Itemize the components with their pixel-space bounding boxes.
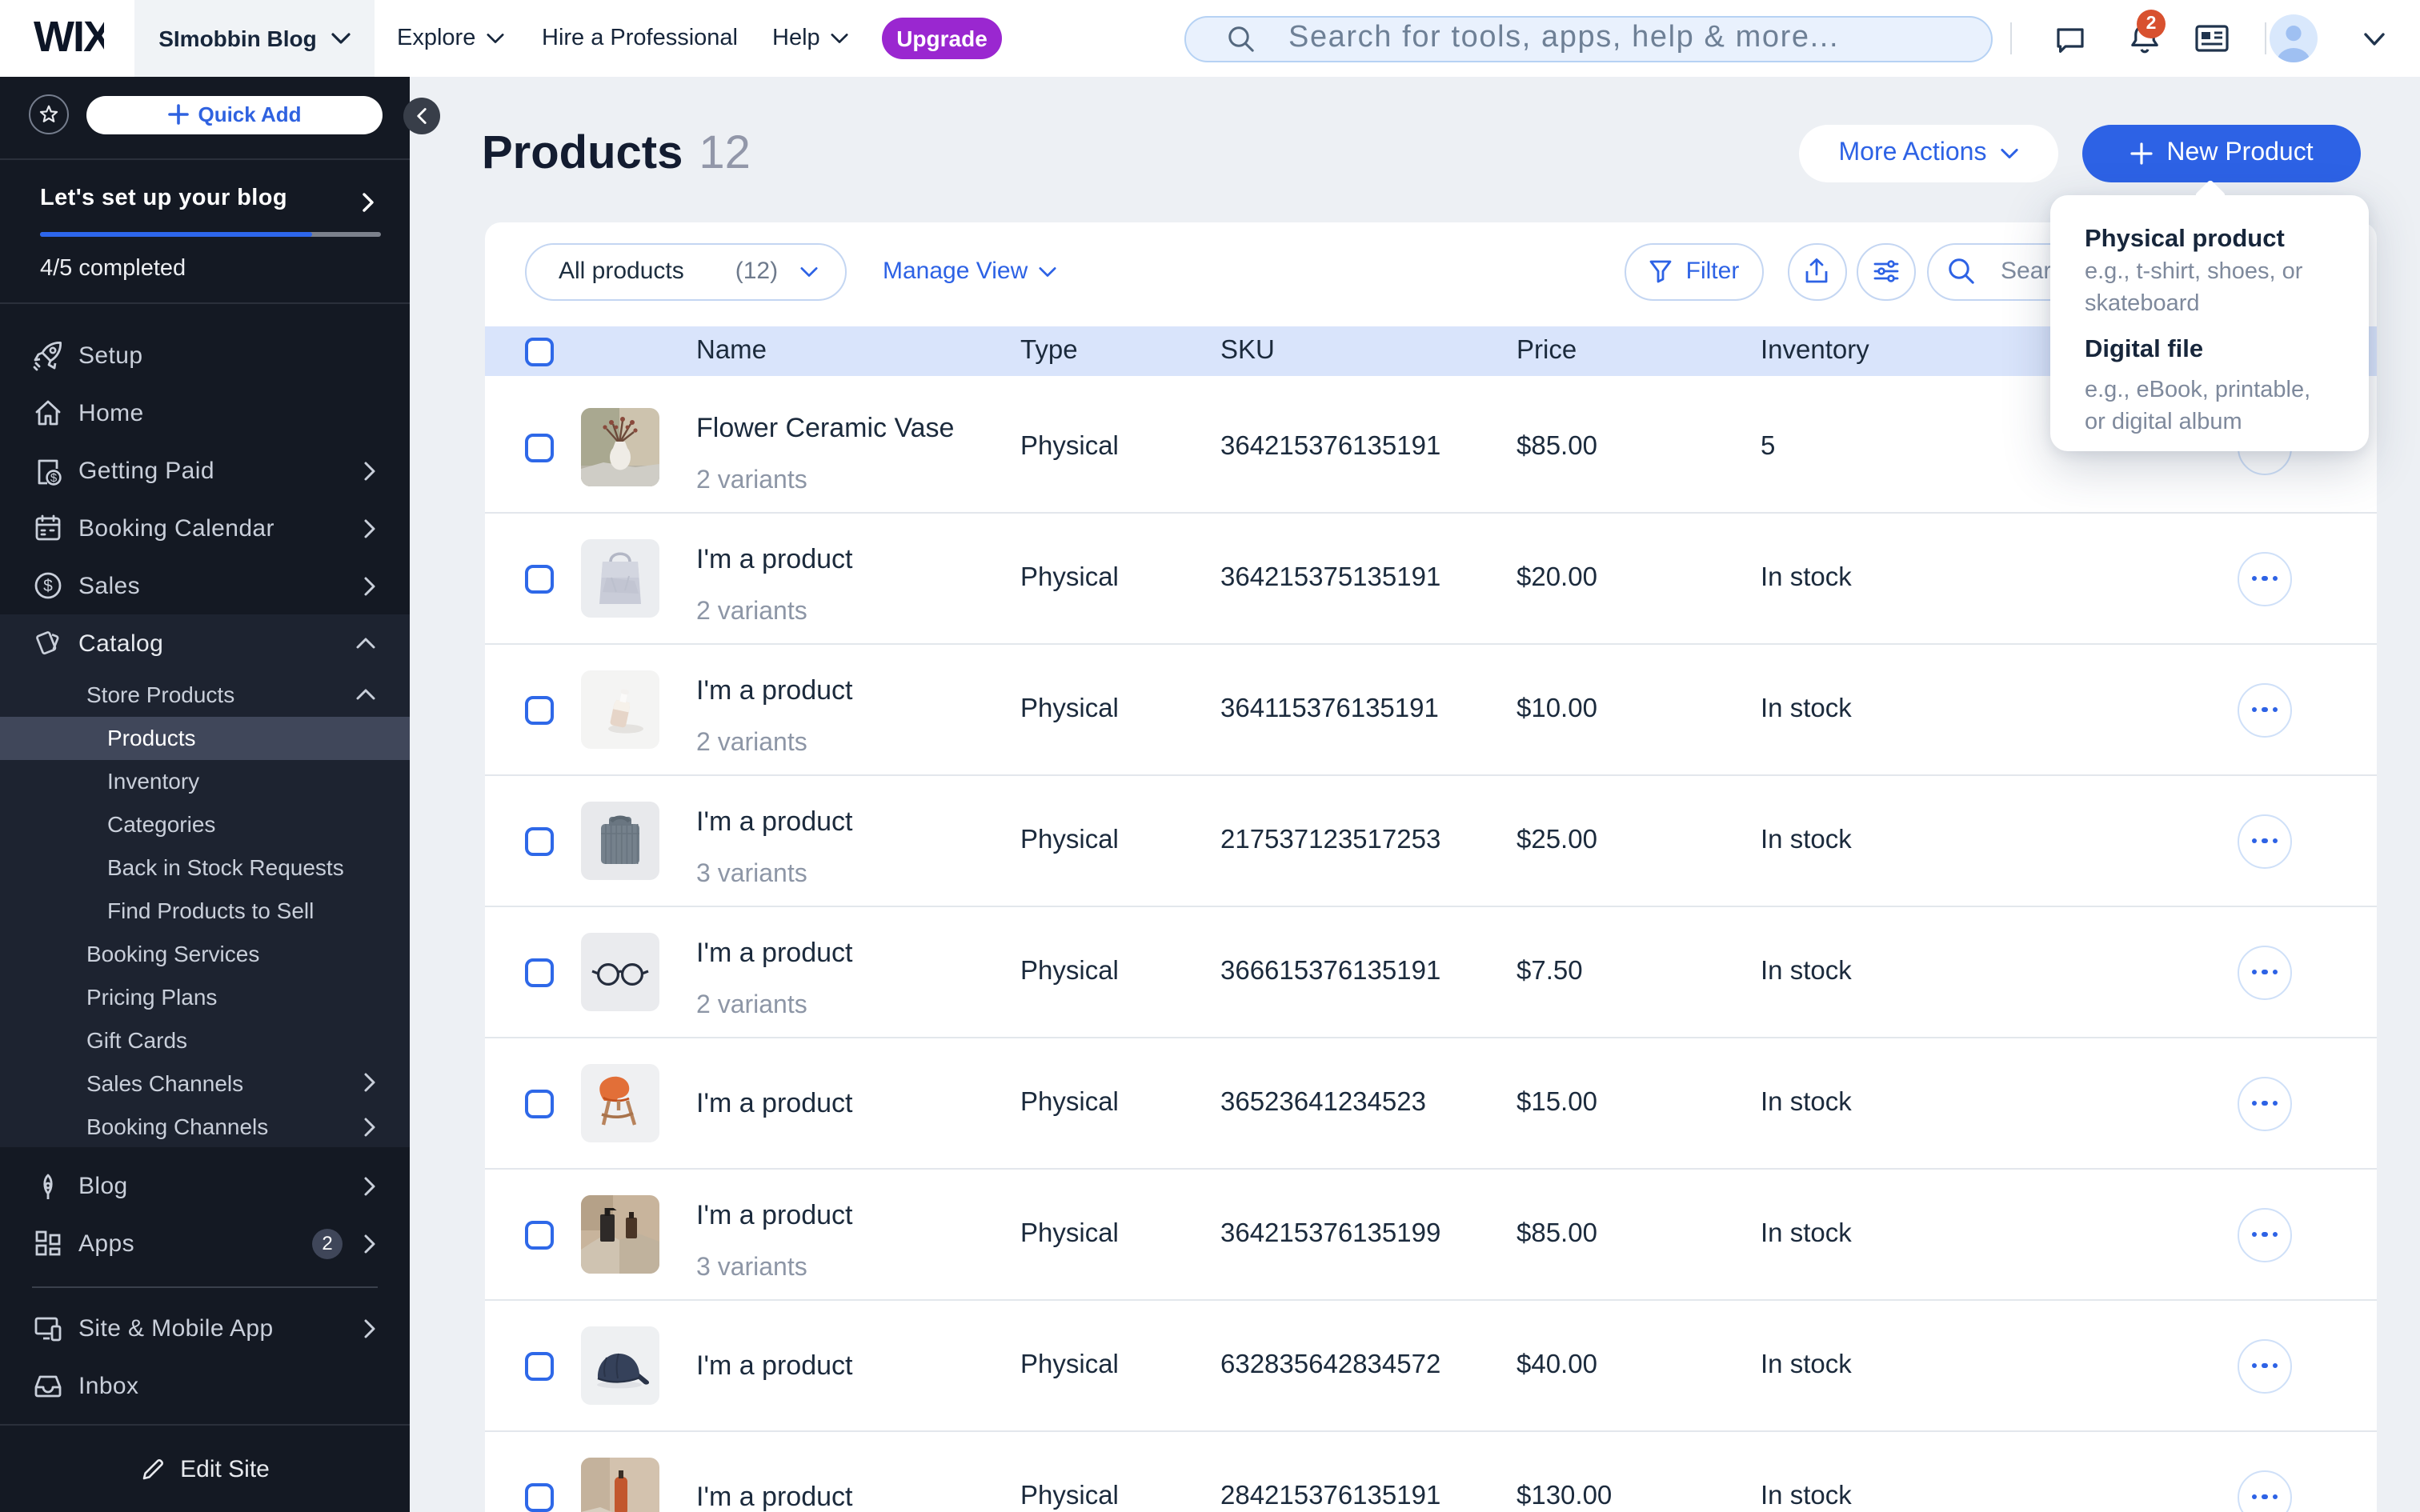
svg-text:$: $ xyxy=(50,470,58,484)
svg-text:$: $ xyxy=(43,577,53,595)
svg-text:WIX: WIX xyxy=(34,14,104,61)
